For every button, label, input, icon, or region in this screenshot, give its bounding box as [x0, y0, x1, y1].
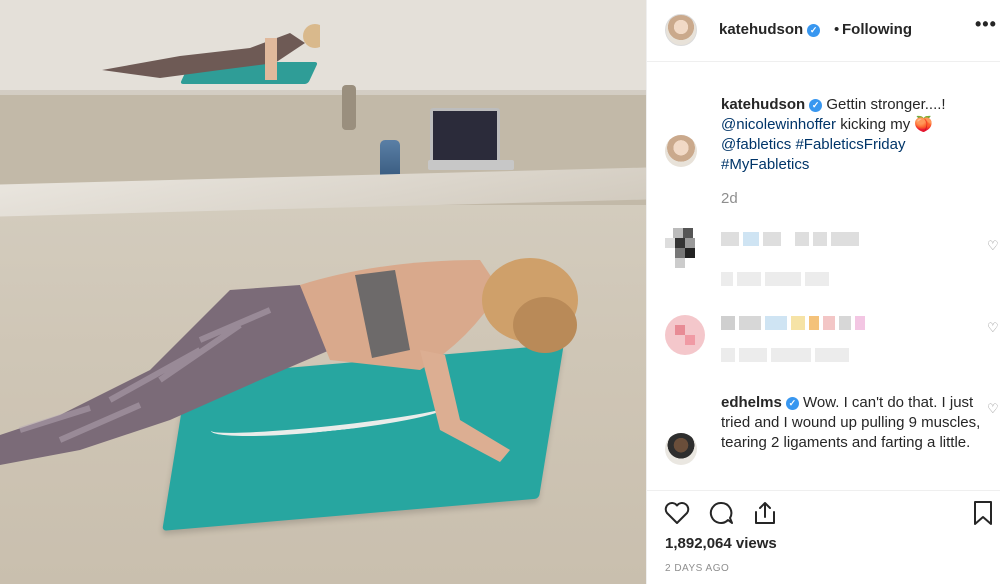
verified-badge-icon: ✓ [809, 99, 823, 112]
caption-username[interactable]: katehudson [721, 96, 805, 113]
blurred-comment: ♡ [665, 310, 1000, 370]
share-icon[interactable] [751, 499, 779, 527]
author-avatar[interactable] [665, 14, 697, 46]
commenter-username[interactable]: edhelms [721, 394, 782, 411]
blurred-avatar [665, 228, 695, 268]
comment-bubble-icon[interactable] [707, 499, 735, 527]
separator-dot: • [834, 21, 840, 38]
post-date[interactable]: 2 DAYS AGO [665, 563, 729, 574]
verified-badge-icon: ✓ [807, 24, 821, 37]
mention-link[interactable]: @fabletics [721, 136, 791, 153]
caption-text: katehudson ✓ Gettin stronger....! @nicole… [721, 96, 946, 173]
hashtag-link[interactable]: #MyFabletics [721, 156, 809, 173]
caption-avatar[interactable] [665, 135, 697, 167]
post-header: katehudson ✓ • Following ••• [647, 0, 1000, 62]
comment-text: edhelms ✓ Wow. I can't do that. I just tr… [721, 394, 981, 451]
caption-timestamp[interactable]: 2d [721, 190, 738, 207]
following-button[interactable]: Following [842, 21, 912, 38]
save-bookmark-icon[interactable] [969, 499, 997, 527]
blurred-avatar [665, 315, 705, 355]
author-username[interactable]: katehudson ✓ [719, 21, 821, 38]
hashtag-link[interactable]: #FableticsFriday [795, 136, 905, 153]
exercising-figure [0, 258, 578, 465]
post-media[interactable] [0, 0, 646, 584]
laptop [430, 108, 500, 163]
peach-emoji: 🍑 [914, 116, 934, 133]
blurred-comment: ♡ [665, 228, 1000, 288]
post-details-panel: katehudson ✓ • Following ••• katehudson ✓ … [646, 0, 1000, 584]
like-comment-heart-icon[interactable]: ♡ [987, 401, 999, 417]
reflection-figure [102, 24, 320, 80]
view-count[interactable]: 1,892,064 views [665, 535, 777, 552]
verified-badge-icon: ✓ [785, 397, 799, 410]
mention-link[interactable]: @nicolewinhoffer [721, 116, 836, 133]
like-comment-heart-icon[interactable]: ♡ [987, 320, 999, 336]
post-actions: 1,892,064 views 2 DAYS AGO [647, 490, 1000, 584]
commenter-avatar[interactable] [665, 433, 697, 465]
like-heart-icon[interactable] [663, 499, 691, 527]
more-options-icon[interactable]: ••• [975, 14, 997, 35]
like-comment-heart-icon[interactable]: ♡ [987, 238, 999, 254]
